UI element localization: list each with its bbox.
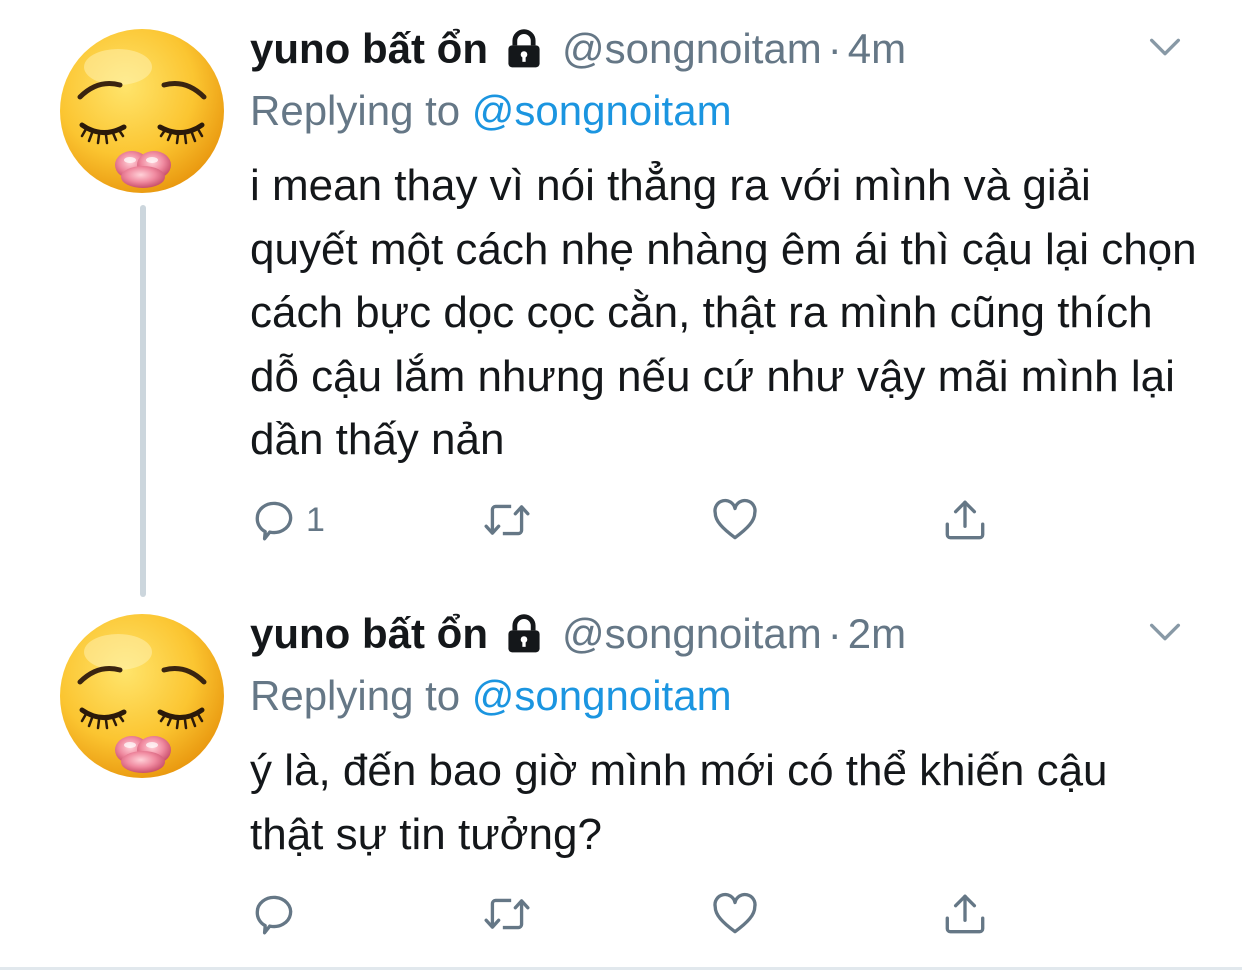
tweet-text: ý là, đến bao giờ mình mới có thể khiến … (250, 746, 1108, 859)
separator-dot: · (827, 610, 842, 657)
avatar[interactable] (58, 612, 226, 780)
timestamp[interactable]: 2m (848, 609, 906, 659)
lock-icon (502, 612, 546, 656)
reply-button[interactable] (250, 886, 306, 942)
tweet-header: yuno bất ổn @songnoitam · 2m (250, 609, 906, 659)
tweet-actions (250, 886, 1010, 942)
replying-mention-link[interactable]: @songnoitam (472, 672, 732, 719)
display-name[interactable]: yuno bất ổn (250, 609, 488, 659)
user-handle[interactable]: @songnoitam (562, 609, 822, 659)
retweet-icon (482, 889, 532, 939)
replying-to-line: Replying to @songnoitam (250, 671, 732, 721)
like-button[interactable] (710, 886, 760, 942)
replying-prefix: Replying to (250, 672, 461, 719)
share-icon (940, 889, 990, 939)
like-icon (710, 889, 760, 939)
reply-icon (250, 889, 300, 939)
tweet[interactable]: yuno bất ổn @songnoitam · 2m Replying to… (0, 0, 1242, 967)
chevron-down-icon[interactable] (1145, 612, 1185, 652)
share-button[interactable] (940, 886, 990, 942)
retweet-button[interactable] (482, 886, 532, 942)
pleading-emoji-avatar-icon (58, 612, 226, 780)
